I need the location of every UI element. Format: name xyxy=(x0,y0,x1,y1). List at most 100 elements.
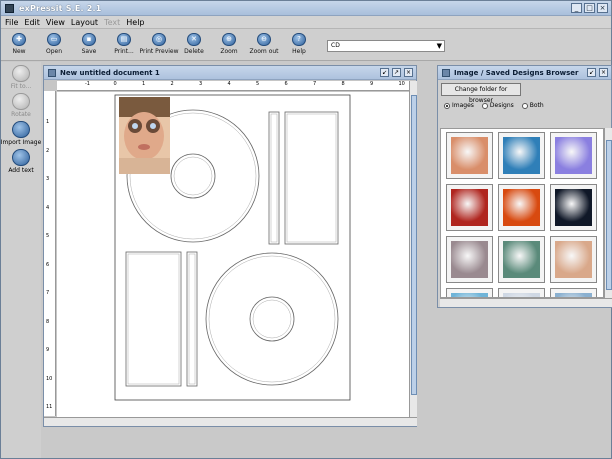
radio-label: Both xyxy=(529,102,544,109)
ruler-tick-label: 8 xyxy=(46,318,50,325)
toolbar-save-button[interactable]: ▪ Save xyxy=(72,29,106,60)
thumbnail-partial-1[interactable] xyxy=(446,288,493,297)
ruler-tick-label: 9 xyxy=(46,347,50,353)
document-maximize-button[interactable]: ↗ xyxy=(392,68,401,77)
document-minimize-button[interactable]: ↙ xyxy=(380,68,389,77)
document-window: New untitled document 1 ↙ ↗ × -1 0 1 2 3 4 5 6 7… xyxy=(43,65,417,427)
child-photo[interactable] xyxy=(119,97,170,174)
rotate-icon xyxy=(12,93,30,110)
toolbar-new-button[interactable]: ✚ New xyxy=(2,29,36,60)
toolbar-delete-button[interactable]: ✕ Delete xyxy=(177,29,211,60)
toolbar: ✚ New ▭ Open ▪ Save ▤ Print... ◎ Print Preview ✕ De… xyxy=(1,29,611,61)
thumbnail-image xyxy=(451,189,488,226)
thumbnail-hand[interactable] xyxy=(446,132,493,179)
image-browser-panel: Image / Saved Designs Browser ↙ × Change… xyxy=(437,65,612,308)
document-close-button[interactable]: × xyxy=(404,68,413,77)
menu-edit[interactable]: Edit xyxy=(24,18,40,27)
document-horizontal-scrollbar[interactable] xyxy=(44,417,417,426)
thumbnail-dark-shapes[interactable] xyxy=(550,184,597,231)
thumbnail-image xyxy=(503,241,540,278)
cd-label-layout xyxy=(114,94,351,401)
thumbnail-blue-spheres[interactable] xyxy=(498,132,545,179)
radio-designs[interactable]: Designs xyxy=(481,102,514,109)
ruler-tick-label: 5 xyxy=(46,233,50,239)
thumbnail-image xyxy=(451,241,488,278)
thumbnail-red-abstract[interactable] xyxy=(446,184,493,231)
radio-images[interactable]: Images xyxy=(444,102,474,109)
add-text-icon xyxy=(12,149,30,166)
browser-restore-button[interactable]: ↙ xyxy=(587,68,596,77)
open-folder-icon: ▭ xyxy=(47,33,61,46)
toolbar-zoom-out-button[interactable]: ⊖ Zoom out xyxy=(247,29,281,60)
menu-file[interactable]: File xyxy=(5,18,18,27)
sidebar-fit-to-button[interactable]: Fit to... xyxy=(1,65,41,90)
radio-dot-icon xyxy=(521,102,528,109)
thumbnail-purple-glow[interactable] xyxy=(550,132,597,179)
document-title-bar[interactable]: New untitled document 1 ↙ ↗ × xyxy=(44,66,416,80)
sidebar-add-text-button[interactable]: Add text xyxy=(1,149,41,174)
toolbar-print-button[interactable]: ▤ Print... xyxy=(107,29,141,60)
maximize-button[interactable]: □ xyxy=(584,3,595,13)
thumbnail-child-face[interactable] xyxy=(550,236,597,283)
save-disk-icon: ▪ xyxy=(82,33,96,46)
browser-icon xyxy=(442,68,450,77)
menu-layout[interactable]: Layout xyxy=(71,18,98,27)
template-select[interactable]: CD ▼ xyxy=(327,40,445,52)
fit-to-icon xyxy=(12,65,30,82)
app-title: exPressit S.E. 2.1 xyxy=(19,3,102,13)
ruler-tick-label: 5 xyxy=(256,81,260,87)
app-logo-icon xyxy=(5,3,14,13)
thumbnail-red-orb[interactable] xyxy=(498,184,545,231)
new-doc-icon: ✚ xyxy=(12,33,26,46)
toolbar-label: Zoom xyxy=(220,48,238,55)
thumbnail-grid xyxy=(440,128,604,298)
sidebar-import-image-button[interactable]: Import Image xyxy=(1,121,41,146)
thumbnail-image xyxy=(555,189,592,226)
toolbar-open-button[interactable]: ▭ Open xyxy=(37,29,71,60)
title-bar[interactable]: exPressit S.E. 2.1 _ □ × xyxy=(1,1,611,16)
toolbar-help-button[interactable]: ? Help xyxy=(282,29,316,60)
sidebar-label: Import Image xyxy=(0,139,42,146)
thumbnail-car[interactable] xyxy=(446,236,493,283)
browser-scrollbar-thumb[interactable] xyxy=(606,140,612,290)
browser-title-bar[interactable]: Image / Saved Designs Browser ↙ × xyxy=(438,66,611,80)
design-canvas[interactable] xyxy=(57,92,409,417)
ruler-tick-label: 9 xyxy=(370,81,374,87)
change-folder-button[interactable]: Change folder for browser xyxy=(441,83,521,104)
browser-horizontal-scrollbar[interactable] xyxy=(440,298,612,307)
chevron-down-icon: ▼ xyxy=(436,42,442,50)
ruler-tick-label: 7 xyxy=(46,290,50,296)
thumbnail-peacock[interactable] xyxy=(498,236,545,283)
ruler-tick-label: 3 xyxy=(199,81,203,87)
ruler-tick-label: 0 xyxy=(113,81,117,87)
close-button[interactable]: × xyxy=(597,3,608,13)
sidebar-rotate-button[interactable]: Rotate xyxy=(1,93,41,118)
document-vertical-scrollbar[interactable] xyxy=(409,81,417,417)
toolbar-label: Print... xyxy=(114,48,134,55)
ruler-tick-label: 4 xyxy=(46,204,50,211)
radio-label: Images xyxy=(452,102,474,109)
template-select-value: CD xyxy=(331,42,340,49)
toolbar-label: New xyxy=(12,48,26,55)
toolbar-print-preview-button[interactable]: ◎ Print Preview xyxy=(139,29,179,60)
ruler-tick-label: 7 xyxy=(313,81,317,87)
browser-close-button[interactable]: × xyxy=(599,68,608,77)
toolbar-label: Print Preview xyxy=(139,48,179,55)
app-window: exPressit S.E. 2.1 _ □ × File Edit View Lay… xyxy=(0,0,612,459)
horizontal-ruler: -1 0 1 2 3 4 5 6 7 8 9 10 xyxy=(57,81,409,91)
scrollbar-thumb[interactable] xyxy=(411,95,417,395)
menu-help[interactable]: Help xyxy=(126,18,144,27)
toolbar-zoom-button[interactable]: ⊕ Zoom xyxy=(212,29,246,60)
import-image-icon xyxy=(12,121,30,138)
help-icon: ? xyxy=(292,33,306,46)
thumbnail-partial-3[interactable] xyxy=(550,288,597,297)
menu-text[interactable]: Text xyxy=(104,18,120,27)
toolbar-label: Help xyxy=(292,48,306,55)
minimize-button[interactable]: _ xyxy=(571,3,582,13)
thumbnail-partial-2[interactable] xyxy=(498,288,545,297)
sidebar-label: Add text xyxy=(8,167,34,174)
browser-vertical-scrollbar[interactable] xyxy=(604,128,612,298)
toolbar-label: Save xyxy=(81,48,97,55)
menu-view[interactable]: View xyxy=(46,18,65,27)
radio-both[interactable]: Both xyxy=(521,102,544,109)
